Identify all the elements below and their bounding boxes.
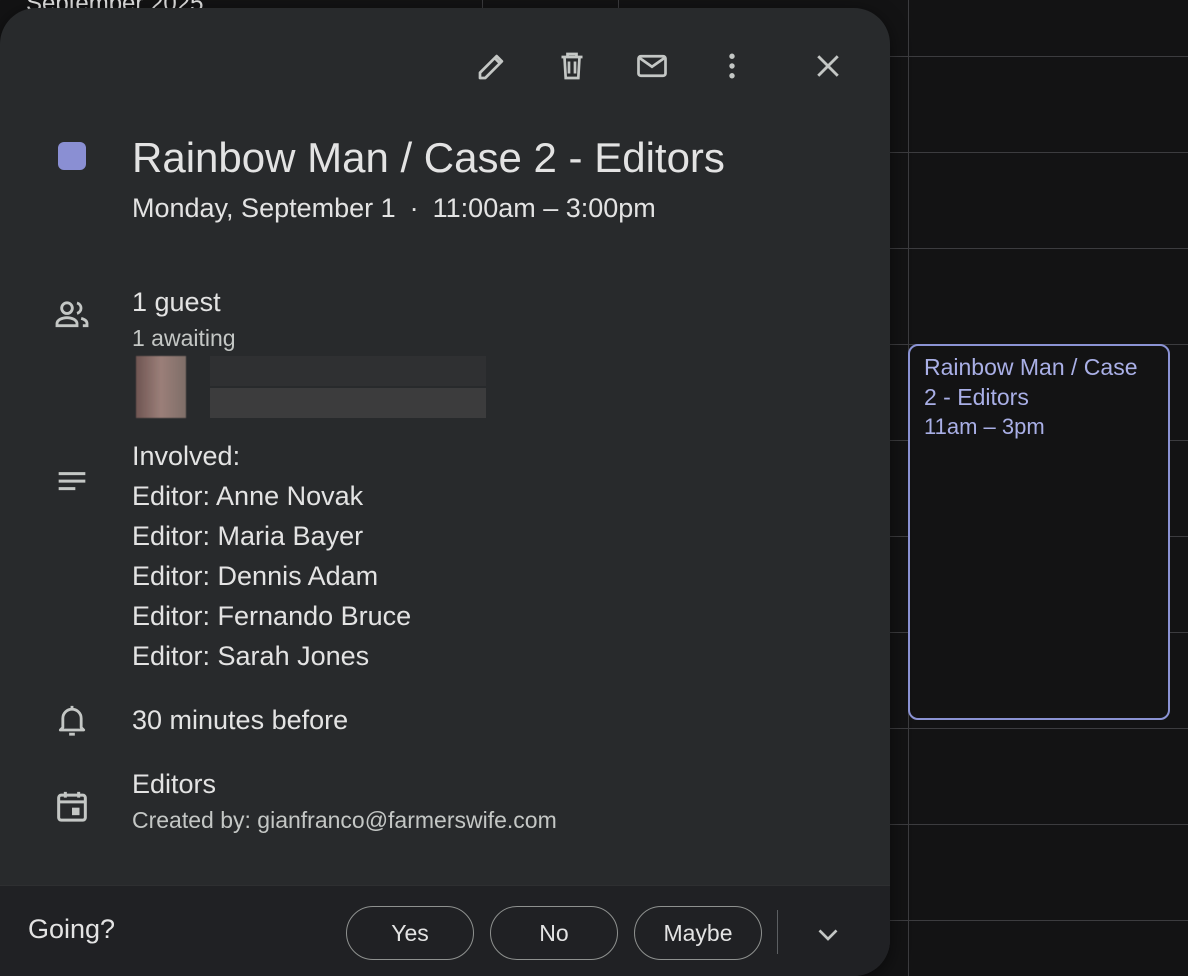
calendar-event-block[interactable]: Rainbow Man / Case 2 - Editors 11am – 3p… bbox=[908, 344, 1170, 720]
avatar bbox=[136, 356, 186, 418]
pencil-icon bbox=[478, 54, 504, 80]
description-line: Editor: Sarah Jones bbox=[132, 641, 370, 671]
chevron-down-icon bbox=[818, 929, 838, 941]
event-title: Rainbow Man / Case 2 - Editors bbox=[132, 134, 725, 181]
notes-icon bbox=[48, 458, 96, 506]
created-by: Created by: gianfranco@farmerswife.com bbox=[132, 807, 557, 833]
redacted-guest-name bbox=[210, 388, 486, 418]
event-block-time: 11am – 3pm bbox=[924, 414, 1045, 439]
event-datetime: Monday, September 1 · 11:00am – 3:00pm bbox=[132, 190, 656, 226]
people-icon bbox=[48, 290, 96, 338]
calendar-name: Editors bbox=[132, 769, 217, 799]
popup-toolbar bbox=[0, 38, 890, 94]
grid-hline bbox=[890, 728, 1188, 729]
event-block-title: Rainbow Man / Case 2 - Editors bbox=[924, 354, 1138, 410]
event-details-popup: Rainbow Man / Case 2 - Editors Monday, S… bbox=[0, 8, 890, 976]
reminder-label: 30 minutes before bbox=[132, 705, 349, 735]
rsvp-maybe-button[interactable]: Maybe bbox=[634, 906, 762, 960]
description-text: Involved: Editor: Anne Novak Editor: Mar… bbox=[132, 436, 850, 676]
event-time: 11:00am – 3:00pm bbox=[432, 193, 656, 223]
rsvp-yes-button[interactable]: Yes bbox=[346, 906, 474, 960]
description-line: Editor: Maria Bayer bbox=[132, 521, 364, 551]
guest-count: 1 guest bbox=[132, 287, 221, 317]
bell-icon bbox=[48, 696, 96, 744]
grid-hline bbox=[890, 920, 1188, 921]
delete-button[interactable] bbox=[544, 38, 600, 94]
edit-button[interactable] bbox=[464, 38, 520, 94]
guest-list-item[interactable] bbox=[110, 356, 490, 418]
trash-icon bbox=[561, 52, 583, 80]
description-line: Editor: Dennis Adam bbox=[132, 561, 379, 591]
more-vert-icon bbox=[729, 53, 735, 79]
description-line: Involved: bbox=[132, 441, 241, 471]
grid-hline bbox=[890, 824, 1188, 825]
footer-divider bbox=[777, 910, 778, 954]
rsvp-options-button[interactable] bbox=[806, 912, 850, 956]
grid-hline bbox=[890, 248, 1188, 249]
close-button[interactable] bbox=[800, 38, 856, 94]
more-options-button[interactable] bbox=[704, 38, 760, 94]
calendar-icon bbox=[48, 782, 96, 830]
description-line: Editor: Anne Novak bbox=[132, 481, 364, 511]
mail-icon bbox=[637, 54, 667, 78]
close-icon bbox=[817, 55, 839, 77]
description-line: Editor: Fernando Bruce bbox=[132, 601, 412, 631]
grid-hline bbox=[890, 152, 1188, 153]
email-guests-button[interactable] bbox=[624, 38, 680, 94]
going-label: Going? bbox=[28, 914, 116, 944]
redacted-text bbox=[210, 356, 486, 386]
grid-hline bbox=[890, 56, 1188, 57]
event-color-chip bbox=[58, 142, 86, 170]
rsvp-no-button[interactable]: No bbox=[490, 906, 618, 960]
event-date: Monday, September 1 bbox=[132, 193, 396, 223]
guest-status: 1 awaiting bbox=[132, 325, 236, 351]
rsvp-footer: Going? Yes No Maybe bbox=[0, 885, 890, 976]
datetime-separator: · bbox=[409, 193, 419, 223]
